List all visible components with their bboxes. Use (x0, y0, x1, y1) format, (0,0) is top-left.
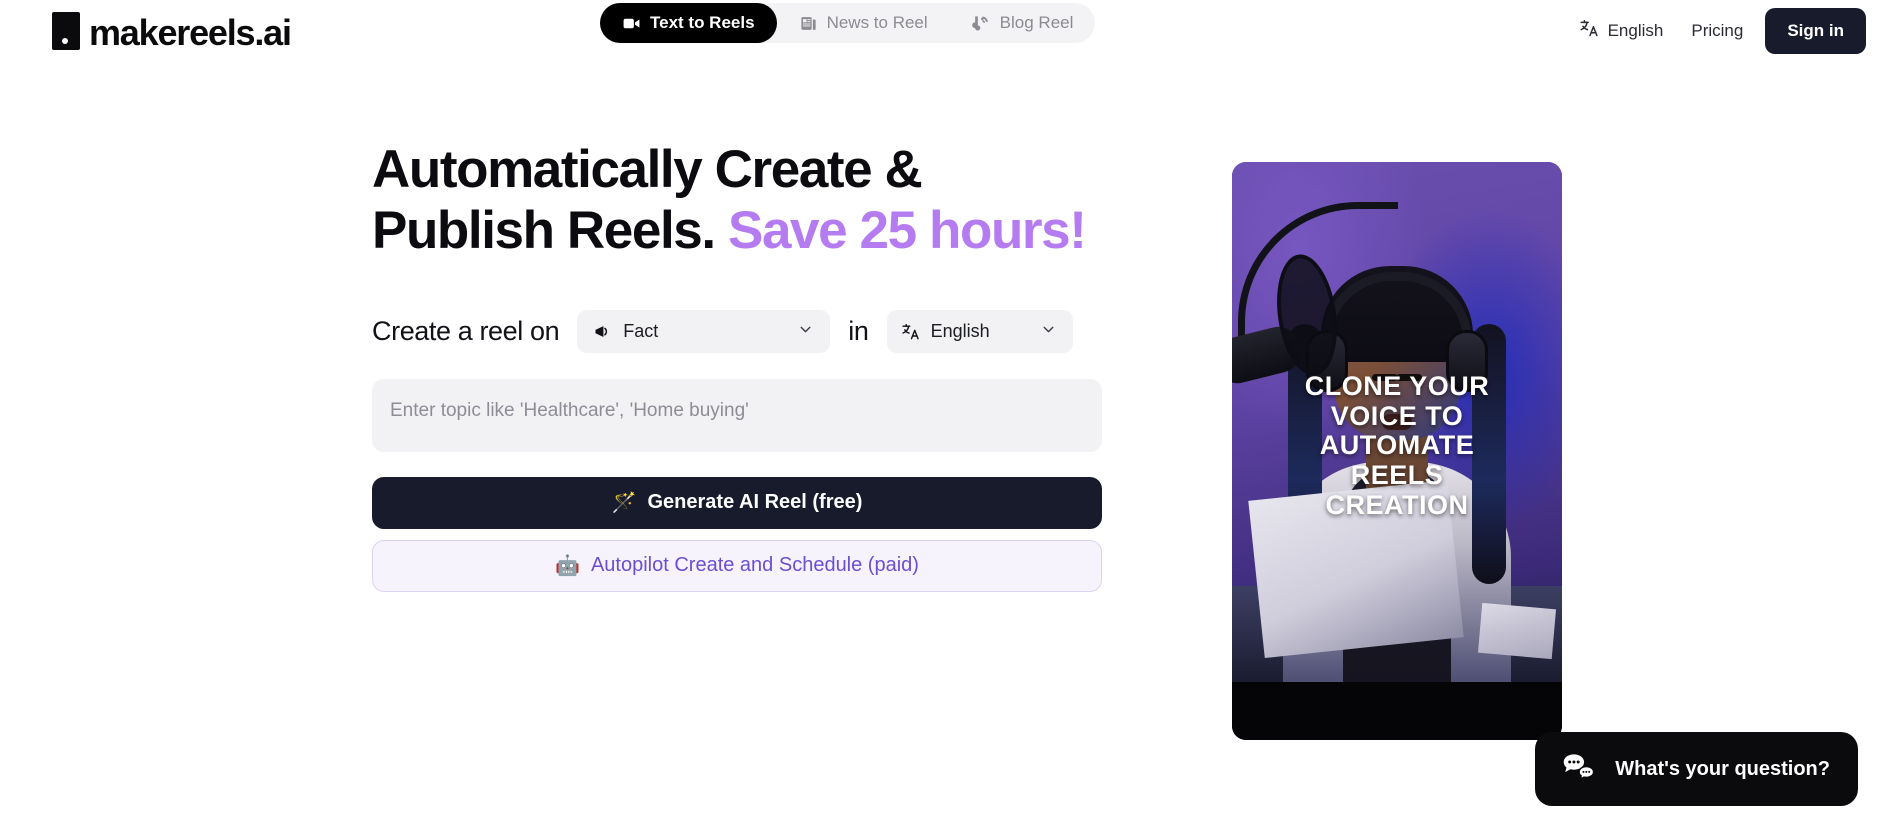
language-label: English (1607, 21, 1664, 40)
autopilot-button-label: Autopilot Create and Schedule (paid) (590, 554, 919, 577)
video-bottom-bar (1232, 682, 1562, 740)
reel-language-value: English (930, 321, 990, 342)
autopilot-schedule-button[interactable]: 🤖 Autopilot Create and Schedule (paid) (372, 539, 1102, 592)
header-actions: English Pricing Sign in (1579, 0, 1866, 62)
caption-line: AUTOMATE (1319, 430, 1475, 461)
tab-blog-reel[interactable]: Blog Reel (950, 3, 1096, 43)
magic-wand-icon: 🪄 (611, 491, 637, 514)
caption-line: REELS (1350, 460, 1444, 491)
tab-label: News to Reel (826, 13, 928, 32)
pricing-link[interactable]: Pricing (1691, 21, 1743, 41)
logo-text: makereels.ai (89, 12, 292, 53)
megaphone-icon (593, 322, 613, 342)
reel-language-select[interactable]: English (886, 310, 1073, 354)
primary-nav: Text to Reels News to Reel Blog Reel (600, 3, 1096, 43)
tab-news-to-reel[interactable]: News to Reel (777, 3, 950, 43)
video-caption: CLONE YOUR VOICE TO AUTOMATE REELS CREAT… (1232, 371, 1562, 520)
reel-config-row: Create a reel on Fact in English (372, 310, 1102, 354)
script-paper-secondary (1477, 602, 1557, 660)
reel-square-logo-icon (52, 12, 80, 50)
sign-in-button[interactable]: Sign in (1765, 8, 1866, 54)
video-camera-icon (622, 14, 641, 33)
chat-bubbles-icon (1561, 751, 1599, 788)
newspaper-icon (799, 14, 818, 33)
generate-ai-reel-button[interactable]: 🪄 Generate AI Reel (free) (372, 476, 1102, 529)
language-selector[interactable]: English (1579, 18, 1664, 44)
topic-type-value: Fact (623, 321, 659, 342)
tab-label: Blog Reel (999, 13, 1074, 32)
hero-section: Automatically Create & Publish Reels. Sa… (372, 140, 1102, 592)
page-title: Automatically Create & Publish Reels. Sa… (372, 140, 1102, 262)
video-preview-card[interactable]: CLONE YOUR VOICE TO AUTOMATE REELS CREAT… (1232, 162, 1562, 740)
topic-input-wrapper[interactable]: Enter topic like 'Healthcare', 'Home buy… (372, 378, 1102, 452)
chevron-down-icon (797, 321, 814, 343)
robot-icon: 🤖 (555, 554, 580, 577)
blogger-rss-icon (971, 14, 991, 33)
translate-icon (1579, 18, 1600, 44)
logo[interactable]: makereels.ai (52, 12, 292, 53)
tab-label: Text to Reels (650, 13, 755, 32)
topic-input-placeholder: Enter topic like 'Healthcare', 'Home buy… (390, 399, 749, 421)
headline-accent: Save 25 hours! (728, 200, 1087, 260)
caption-line: CREATION (1325, 489, 1469, 520)
topic-type-select[interactable]: Fact (577, 310, 831, 354)
generate-button-label: Generate AI Reel (free) (647, 491, 863, 514)
reel-prefix-label: Create a reel on (372, 316, 560, 347)
reel-join-label: in (848, 316, 869, 347)
chat-widget[interactable]: What's your question? (1535, 732, 1858, 806)
translate-icon (901, 322, 921, 342)
chat-widget-label: What's your question? (1615, 757, 1830, 780)
tab-text-to-reels[interactable]: Text to Reels (600, 3, 777, 43)
chevron-down-icon (1040, 321, 1057, 343)
caption-line: CLONE YOUR (1304, 371, 1490, 401)
caption-line: VOICE TO (1330, 400, 1464, 431)
site-header: makereels.ai Text to Reels News to Reel … (0, 0, 1902, 62)
